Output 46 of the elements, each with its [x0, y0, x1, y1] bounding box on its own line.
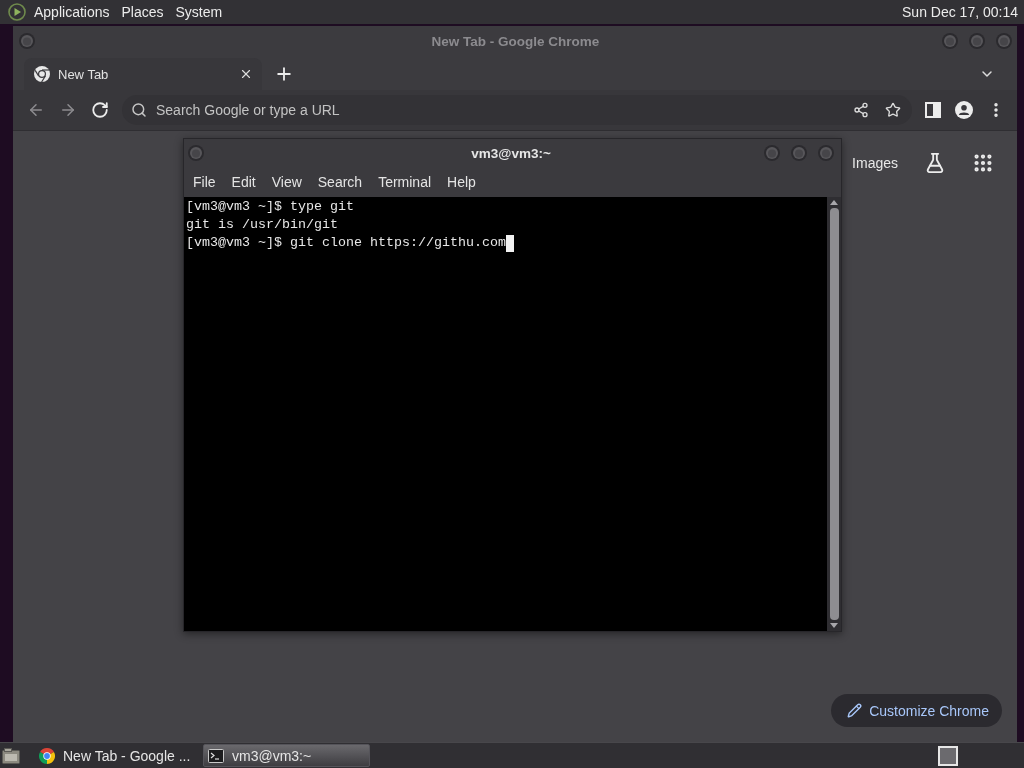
- window-title: New Tab - Google Chrome: [431, 33, 600, 49]
- terminal-icon: [208, 748, 224, 763]
- logo-icon: [39, 747, 55, 764]
- address-field[interactable]: Search Google or type a URL: [156, 100, 844, 120]
- menu-item[interactable]: Terminal: [370, 169, 440, 195]
- profile-icon[interactable]: [955, 101, 973, 119]
- menu-item[interactable]: View: [263, 169, 310, 195]
- menu-item[interactable]: Edit: [223, 169, 264, 195]
- taskbar-button[interactable]: New Tab - Google ...: [34, 744, 198, 767]
- desktop-icon[interactable]: [2, 746, 20, 765]
- address-bar[interactable]: Search Google or type a URL: [122, 95, 912, 125]
- menu-item[interactable]: Help: [439, 169, 484, 195]
- share-icon[interactable]: [853, 102, 869, 118]
- star-icon[interactable]: [885, 102, 901, 118]
- search-icon: [131, 102, 147, 118]
- scrollbar-thumb[interactable]: [829, 208, 839, 620]
- scroll-down-arrow-icon[interactable]: [830, 623, 838, 628]
- window-title: vm3@vm3:~: [471, 145, 551, 161]
- panel-menu[interactable]: Places: [115, 0, 170, 24]
- terminal-screen[interactable]: [vm3@vm3 ~]$ type git git is /usr/bin/git [vm3@vm3 ~]$ git clone https://githu.com: [184, 197, 827, 631]
- menu-item[interactable]: Search: [309, 169, 371, 195]
- clock: Sun Dec 17, 00:14: [902, 4, 1018, 20]
- logo-icon: [34, 66, 50, 82]
- close-icon[interactable]: [239, 67, 253, 81]
- browser-tab[interactable]: New Tab: [24, 58, 262, 90]
- customize-button[interactable]: Customize Chrome: [831, 694, 1002, 727]
- terminal-line: git is /usr/bin/git: [186, 216, 338, 234]
- scroll-up-arrow-icon[interactable]: [830, 200, 838, 205]
- header-link[interactable]: Images: [852, 155, 898, 171]
- reload-icon[interactable]: [91, 101, 109, 119]
- workspace-icon[interactable]: [938, 745, 958, 766]
- pencil-icon: [847, 703, 863, 718]
- menu-item[interactable]: File: [185, 169, 224, 195]
- panel-menu[interactable]: System: [169, 0, 229, 24]
- terminal-line: [vm3@vm3 ~]$ type git: [186, 198, 354, 216]
- side-panel-icon[interactable]: [925, 102, 941, 118]
- terminal-line: [vm3@vm3 ~]$ git clone https://githu.com: [186, 234, 506, 252]
- apps-grid-icon[interactable]: [972, 152, 994, 174]
- plus-icon[interactable]: [274, 64, 294, 84]
- flask-icon[interactable]: [924, 152, 946, 174]
- panel-menu[interactable]: Applications: [28, 0, 116, 24]
- scrollbar-track[interactable]: [827, 197, 841, 631]
- forward-arrow-icon[interactable]: [59, 101, 77, 119]
- logo-icon[interactable]: [8, 3, 26, 21]
- text-cursor: [505, 234, 514, 252]
- taskbar-button[interactable]: vm3@vm3:~: [203, 744, 370, 767]
